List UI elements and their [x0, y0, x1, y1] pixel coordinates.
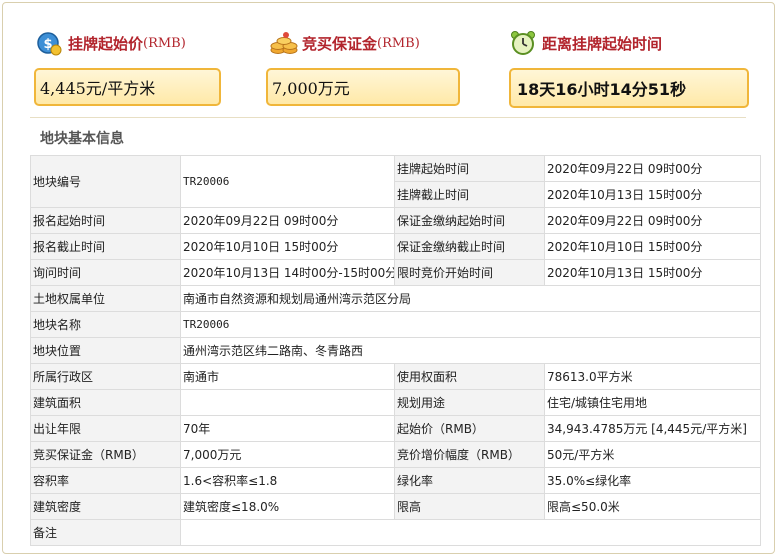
cell-label: 报名截止时间 [30, 233, 181, 260]
cell-value: TR20006 [180, 311, 761, 338]
cell-value: 70年 [180, 415, 395, 442]
listing-start-value: 2020年09月22日 09时00分 [544, 155, 761, 182]
cell-label: 地块位置 [30, 337, 181, 364]
cell-label: 容积率 [30, 467, 181, 494]
parcel-number-value: TR20006 [180, 155, 395, 208]
alarm-clock-icon [510, 30, 536, 56]
deposit-value: 7,000万元 [272, 79, 350, 98]
gold-coins-icon [270, 30, 298, 56]
cell-label: 使用权面积 [394, 363, 545, 390]
cell-value: 2020年09月22日 09时00分 [180, 207, 395, 234]
start-price-value-box: 4,445元/平方米 [34, 68, 221, 106]
table-row: 地块位置 通州湾示范区纬二路南、冬青路西 [30, 337, 761, 364]
cell-value: 建筑密度≤18.0% [180, 493, 395, 520]
countdown-title: 距离挂牌起始时间 [542, 34, 663, 53]
section-title: 地块基本信息 [40, 131, 124, 147]
land-info-table: 地块编号 TR20006 挂牌起始时间 2020年09月22日 09时00分 挂… [30, 155, 761, 546]
countdown-value: 18天16小时14分51秒 [517, 80, 687, 99]
table-row: 建筑密度 建筑密度≤18.0% 限高 限高≤50.0米 [30, 493, 761, 520]
cell-value: 2020年10月13日 15时00分 [544, 259, 761, 286]
money-coin-icon: $ [36, 30, 62, 56]
table-row: 备注 [30, 519, 761, 546]
cell-label: 规划用途 [394, 389, 545, 416]
section-divider [30, 117, 746, 118]
table-row: 地块编号 TR20006 挂牌起始时间 2020年09月22日 09时00分 [30, 155, 761, 208]
cell-value: 限高≤50.0米 [544, 493, 761, 520]
parcel-number-label: 地块编号 [30, 155, 181, 208]
start-price-unit: (RMB) [143, 35, 186, 51]
cell-label: 备注 [30, 519, 181, 546]
cell-value: 35.0%≤绿化率 [544, 467, 761, 494]
table-row: 竞买保证金（RMB） 7,000万元 竞价增价幅度（RMB） 50元/平方米 [30, 441, 761, 468]
cell-label: 保证金缴纳起始时间 [394, 207, 545, 234]
table-row: 地块名称 TR20006 [30, 311, 761, 338]
table-row: 出让年限 70年 起始价（RMB） 34,943.4785万元 [4,445元/… [30, 415, 761, 442]
cell-value: 南通市 [180, 363, 395, 390]
cell-label: 建筑密度 [30, 493, 181, 520]
cell-value: 2020年10月10日 15时00分 [180, 233, 395, 260]
cell-label: 土地权属单位 [30, 285, 181, 312]
cell-label: 地块名称 [30, 311, 181, 338]
cell-value: 78613.0平方米 [544, 363, 761, 390]
cell-value: 2020年10月13日 14时00分-15时00分 [180, 259, 395, 286]
cell-label: 竞买保证金（RMB） [30, 441, 181, 468]
listing-start-label: 挂牌起始时间 [394, 155, 545, 182]
cell-value: 2020年09月22日 09时00分 [544, 207, 761, 234]
cell-value: 7,000万元 [180, 441, 395, 468]
cell-label: 限高 [394, 493, 545, 520]
cell-value [180, 389, 395, 416]
start-price-header: $ 挂牌起始价 (RMB) [36, 28, 186, 58]
cell-label: 出让年限 [30, 415, 181, 442]
table-row: 建筑面积 规划用途 住宅/城镇住宅用地 [30, 389, 761, 416]
cell-value: 50元/平方米 [544, 441, 761, 468]
table-row: 报名截止时间 2020年10月10日 15时00分 保证金缴纳截止时间 2020… [30, 233, 761, 260]
cell-label: 询问时间 [30, 259, 181, 286]
listing-end-value: 2020年10月13日 15时00分 [544, 181, 761, 208]
countdown-header: 距离挂牌起始时间 [510, 28, 662, 58]
cell-label: 保证金缴纳截止时间 [394, 233, 545, 260]
cell-value [180, 519, 761, 546]
table-row: 容积率 1.6<容积率≤1.8 绿化率 35.0%≤绿化率 [30, 467, 761, 494]
deposit-value-box: 7,000万元 [266, 68, 460, 106]
table-row: 报名起始时间 2020年09月22日 09时00分 保证金缴纳起始时间 2020… [30, 207, 761, 234]
deposit-title: 竞买保证金 [302, 34, 378, 53]
cell-label: 限时竞价开始时间 [394, 259, 545, 286]
cell-label: 起始价（RMB） [394, 415, 545, 442]
cell-value: 南通市自然资源和规划局通州湾示范区分局 [180, 285, 761, 312]
start-price-title: 挂牌起始价 [68, 34, 144, 53]
cell-value: 2020年10月10日 15时00分 [544, 233, 761, 260]
cell-value: 34,943.4785万元 [4,445元/平方米] [544, 415, 761, 442]
cell-label: 报名起始时间 [30, 207, 181, 234]
cell-value: 通州湾示范区纬二路南、冬青路西 [180, 337, 761, 364]
cell-label: 建筑面积 [30, 389, 181, 416]
cell-value: 1.6<容积率≤1.8 [180, 467, 395, 494]
table-row: 所属行政区 南通市 使用权面积 78613.0平方米 [30, 363, 761, 390]
table-row: 询问时间 2020年10月13日 14时00分-15时00分 限时竞价开始时间 … [30, 259, 761, 286]
countdown-value-box: 18天16小时14分51秒 [509, 68, 749, 108]
deposit-header: 竞买保证金 (RMB) [270, 28, 420, 58]
listing-end-label: 挂牌截止时间 [394, 181, 545, 208]
deposit-unit: (RMB) [377, 35, 420, 51]
cell-label: 所属行政区 [30, 363, 181, 390]
cell-value: 住宅/城镇住宅用地 [544, 389, 761, 416]
cell-label: 竞价增价幅度（RMB） [394, 441, 545, 468]
start-price-value: 4,445元/平方米 [40, 79, 156, 98]
cell-label: 绿化率 [394, 467, 545, 494]
table-row: 土地权属单位 南通市自然资源和规划局通州湾示范区分局 [30, 285, 761, 312]
